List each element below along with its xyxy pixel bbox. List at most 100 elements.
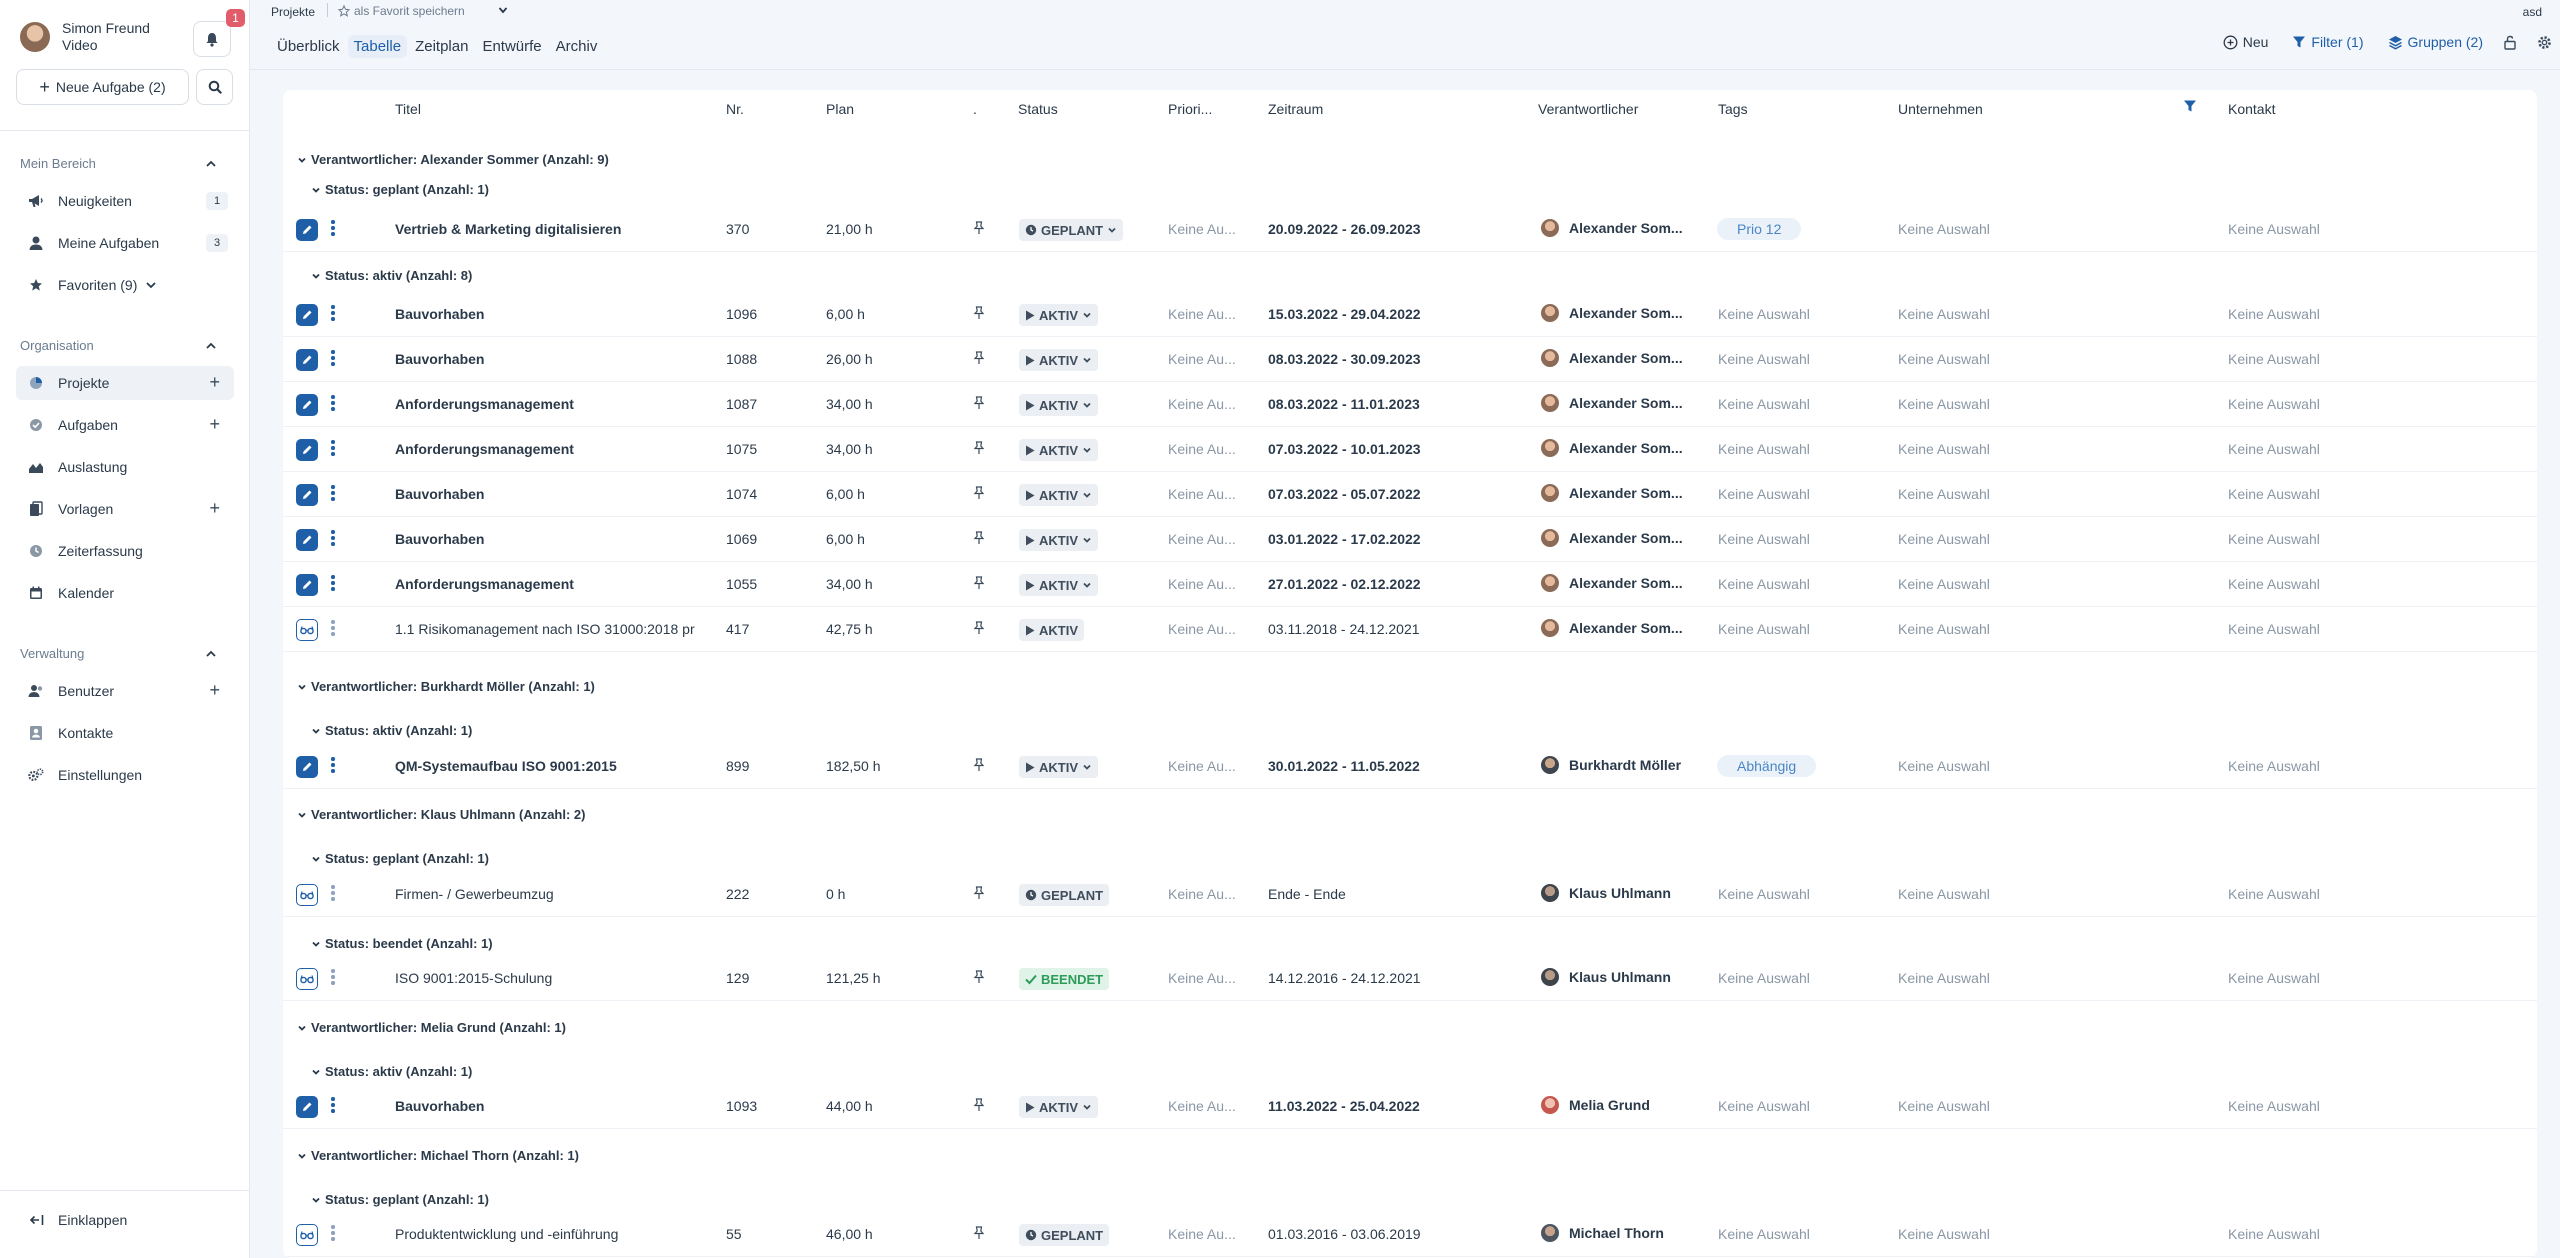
- tags[interactable]: Keine Auswahl: [1718, 1098, 1810, 1114]
- contact[interactable]: Keine Auswahl: [2228, 221, 2320, 237]
- pin-icon[interactable]: [973, 531, 985, 550]
- column-header-unternehmen[interactable]: Unternehmen: [1898, 101, 1983, 117]
- tab-archiv[interactable]: Archiv: [550, 35, 604, 58]
- priority[interactable]: Keine Au...: [1168, 486, 1243, 502]
- column-header-titel[interactable]: Titel: [395, 101, 421, 117]
- period[interactable]: 11.03.2022 - 25.04.2022: [1268, 1098, 1420, 1114]
- table-row[interactable]: Bauvorhaben 1093 44,00 h AKTIV Keine Au... 11…: [283, 1084, 2537, 1129]
- column-filter-icon[interactable]: [2183, 99, 2197, 113]
- pin-icon[interactable]: [973, 1098, 985, 1117]
- table-row[interactable]: Firmen- / Gewerbeumzug 222 0 h GEPLANT Keine…: [283, 872, 2537, 917]
- period[interactable]: 08.03.2022 - 30.09.2023: [1268, 351, 1421, 367]
- status-badge[interactable]: AKTIV: [1019, 574, 1098, 596]
- group-header-status[interactable]: Status: geplant (Anzahl: 1): [311, 851, 489, 866]
- project-title[interactable]: Anforderungsmanagement: [395, 441, 705, 457]
- more-options-icon[interactable]: [331, 757, 335, 775]
- sidebar-item-kalender[interactable]: Kalender: [16, 576, 234, 610]
- edit-button[interactable]: [296, 484, 318, 506]
- account-label[interactable]: asd: [2523, 5, 2542, 19]
- group-header-status[interactable]: Status: aktiv (Anzahl: 8): [311, 268, 472, 283]
- edit-button[interactable]: [296, 529, 318, 551]
- groups-button[interactable]: Gruppen (2): [2388, 34, 2483, 50]
- owner[interactable]: Alexander Som...: [1541, 439, 1683, 457]
- period[interactable]: 15.03.2022 - 29.04.2022: [1268, 306, 1421, 322]
- table-row[interactable]: Bauvorhaben 1096 6,00 h AKTIV Keine Au... 15.…: [283, 292, 2537, 337]
- edit-button[interactable]: [296, 439, 318, 461]
- more-options-icon[interactable]: [331, 530, 335, 548]
- add-project-icon[interactable]: +: [209, 372, 220, 393]
- company[interactable]: Keine Auswahl: [1898, 576, 1990, 592]
- notifications-button[interactable]: [193, 21, 231, 57]
- pin-icon[interactable]: [973, 576, 985, 595]
- owner[interactable]: Alexander Som...: [1541, 484, 1683, 502]
- collapse-sidebar-button[interactable]: Einklappen: [30, 1212, 127, 1228]
- pin-icon[interactable]: [973, 441, 985, 460]
- pin-icon[interactable]: [973, 486, 985, 505]
- pin-icon[interactable]: [973, 886, 985, 905]
- column-header-prioritaet[interactable]: Priori...: [1168, 101, 1212, 117]
- project-title[interactable]: Firmen- / Gewerbeumzug: [395, 886, 705, 902]
- priority[interactable]: Keine Au...: [1168, 1098, 1243, 1114]
- chevron-up-icon[interactable]: [204, 339, 218, 353]
- more-options-icon[interactable]: [331, 1225, 335, 1243]
- more-options-icon[interactable]: [331, 1097, 335, 1115]
- priority[interactable]: Keine Au...: [1168, 396, 1243, 412]
- pin-icon[interactable]: [973, 221, 985, 240]
- sidebar-item-projekte[interactable]: Projekte +: [16, 366, 234, 400]
- save-favorite-button[interactable]: als Favorit speichern: [338, 4, 465, 18]
- contact[interactable]: Keine Auswahl: [2228, 441, 2320, 457]
- sidebar-item-meine-aufgaben[interactable]: Meine Aufgaben 3: [16, 226, 234, 260]
- more-options-icon[interactable]: [331, 969, 335, 987]
- project-title[interactable]: Anforderungsmanagement: [395, 396, 705, 412]
- more-options-icon[interactable]: [331, 575, 335, 593]
- table-row[interactable]: Bauvorhaben 1088 26,00 h AKTIV Keine Au... 08…: [283, 337, 2537, 382]
- add-task-icon[interactable]: +: [209, 414, 220, 435]
- contact[interactable]: Keine Auswahl: [2228, 576, 2320, 592]
- status-badge[interactable]: AKTIV: [1019, 529, 1098, 551]
- chevron-up-icon[interactable]: [204, 157, 218, 171]
- tags[interactable]: Keine Auswahl: [1718, 351, 1810, 367]
- pin-icon[interactable]: [973, 970, 985, 989]
- priority[interactable]: Keine Au...: [1168, 531, 1243, 547]
- company[interactable]: Keine Auswahl: [1898, 1098, 1990, 1114]
- project-title[interactable]: Bauvorhaben: [395, 531, 705, 547]
- status-badge[interactable]: AKTIV: [1019, 439, 1098, 461]
- table-row[interactable]: 1.1 Risikomanagement nach ISO 31000:2018…: [283, 607, 2537, 652]
- more-options-icon[interactable]: [331, 620, 335, 638]
- pin-icon[interactable]: [973, 351, 985, 370]
- more-options-icon[interactable]: [331, 440, 335, 458]
- project-title[interactable]: Anforderungsmanagement: [395, 576, 705, 592]
- table-row[interactable]: Anforderungsmanagement 1087 34,00 h AKTIV Ke…: [283, 382, 2537, 427]
- owner[interactable]: Alexander Som...: [1541, 529, 1683, 547]
- sidebar-item-benutzer[interactable]: Benutzer +: [16, 674, 234, 708]
- table-row[interactable]: Produktentwicklung und -einführung 55 46,0…: [283, 1212, 2537, 1257]
- contact[interactable]: Keine Auswahl: [2228, 531, 2320, 547]
- status-badge[interactable]: GEPLANT: [1019, 219, 1124, 241]
- priority[interactable]: Keine Au...: [1168, 758, 1243, 774]
- status-badge[interactable]: AKTIV: [1019, 1096, 1098, 1118]
- sidebar-item-favoriten[interactable]: Favoriten (9): [16, 268, 234, 302]
- tags[interactable]: Keine Auswahl: [1718, 486, 1810, 502]
- tags[interactable]: Keine Auswahl: [1718, 306, 1810, 322]
- project-title[interactable]: Bauvorhaben: [395, 306, 705, 322]
- edit-button[interactable]: [296, 394, 318, 416]
- new-button[interactable]: Neu: [2223, 34, 2268, 50]
- filter-button[interactable]: Filter (1): [2292, 34, 2364, 50]
- sidebar-item-vorlagen[interactable]: Vorlagen +: [16, 492, 234, 526]
- table-row[interactable]: QM-Systemaufbau ISO 9001:2015 899 182,50 h…: [283, 744, 2537, 789]
- contact[interactable]: Keine Auswahl: [2228, 351, 2320, 367]
- period[interactable]: 20.09.2022 - 26.09.2023: [1268, 221, 1421, 237]
- add-template-icon[interactable]: +: [209, 498, 220, 519]
- project-title[interactable]: Vertrieb & Marketing digitalisieren: [395, 221, 705, 237]
- column-header-verantwortlicher[interactable]: Verantwortlicher: [1538, 101, 1638, 117]
- pin-icon[interactable]: [973, 621, 985, 640]
- edit-button[interactable]: [296, 304, 318, 326]
- view-button[interactable]: [296, 884, 318, 906]
- owner[interactable]: Alexander Som...: [1541, 304, 1683, 322]
- period[interactable]: 07.03.2022 - 10.01.2023: [1268, 441, 1421, 457]
- company[interactable]: Keine Auswahl: [1898, 396, 1990, 412]
- column-header-nr[interactable]: Nr.: [726, 101, 744, 117]
- status-badge[interactable]: AKTIV: [1019, 756, 1098, 778]
- chevron-down-icon[interactable]: [497, 4, 509, 16]
- edit-button[interactable]: [296, 756, 318, 778]
